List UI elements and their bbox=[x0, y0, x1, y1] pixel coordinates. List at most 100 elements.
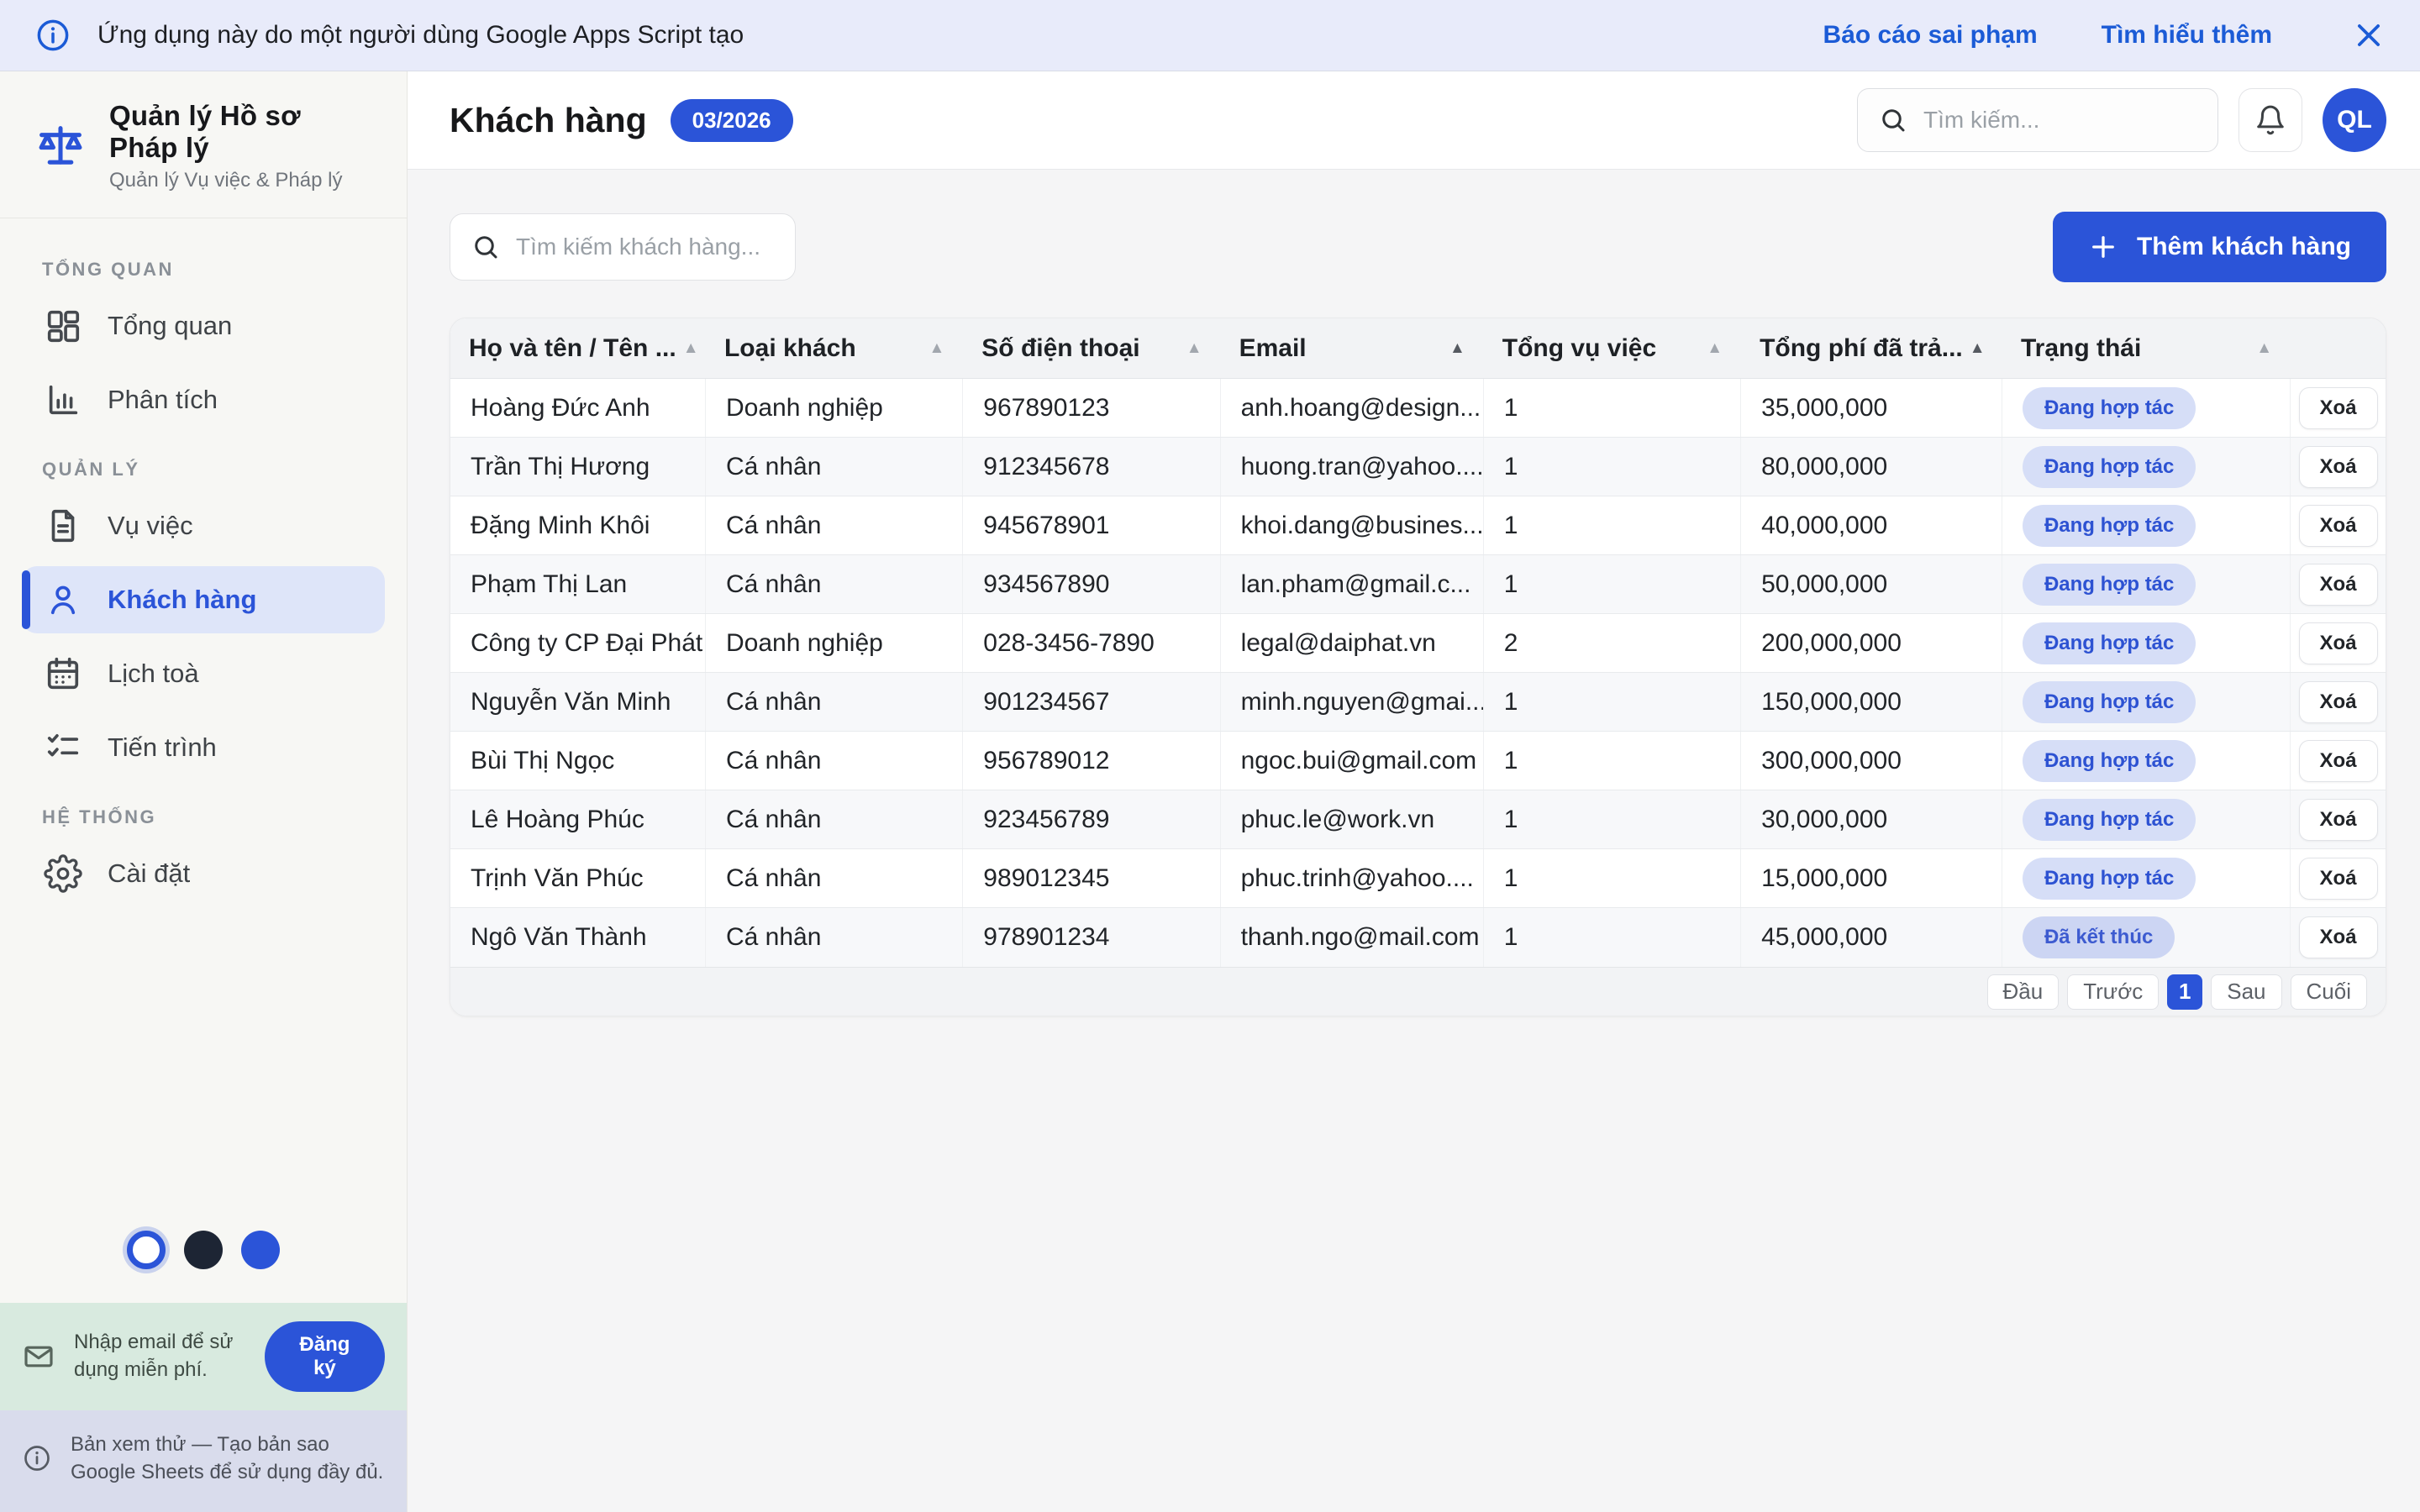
column-header[interactable]: Tổng vụ việc ▲ bbox=[1484, 318, 1741, 378]
cell-email: thanh.ngo@mail.com bbox=[1221, 908, 1484, 967]
cell-cases: 1 bbox=[1484, 849, 1741, 907]
gear-icon bbox=[44, 854, 82, 893]
cell-status: Đang hợp tác bbox=[2002, 379, 2291, 437]
pagination-current-page[interactable]: 1 bbox=[2167, 974, 2202, 1010]
column-label: Email bbox=[1239, 334, 1307, 363]
column-header[interactable]: Trạng thái ▲ bbox=[2002, 318, 2291, 378]
cell-name: Đặng Minh Khôi bbox=[450, 496, 706, 554]
preview-note-box: Bản xem thử — Tạo bản sao Google Sheets … bbox=[0, 1410, 407, 1512]
bar-chart-icon bbox=[44, 381, 82, 419]
cell-fees: 15,000,000 bbox=[1741, 849, 2002, 907]
pagination-next-button[interactable]: Sau bbox=[2211, 974, 2281, 1010]
pagination-first-button[interactable]: Đầu bbox=[1987, 974, 2060, 1010]
close-icon[interactable] bbox=[2353, 19, 2385, 51]
cell-email: huong.tran@yahoo.... bbox=[1221, 438, 1484, 496]
table-row: Nguyễn Văn Minh Cá nhân 901234567 minh.n… bbox=[450, 673, 2386, 732]
cell-email: khoi.dang@busines... bbox=[1221, 496, 1484, 554]
checklist-icon bbox=[44, 728, 82, 767]
cell-type: Cá nhân bbox=[706, 438, 963, 496]
column-label: Họ và tên / Tên ... bbox=[469, 334, 676, 363]
cell-phone: 967890123 bbox=[963, 379, 1220, 437]
cell-cases: 1 bbox=[1484, 555, 1741, 613]
cell-name: Trần Thị Hương bbox=[450, 438, 706, 496]
pagination-last-button[interactable]: Cuối bbox=[2291, 974, 2367, 1010]
pagination-prev-button[interactable]: Trước bbox=[2067, 974, 2159, 1010]
cell-cases: 1 bbox=[1484, 673, 1741, 731]
avatar-initials: QL bbox=[2337, 106, 2372, 134]
sort-arrow-icon: ▲ bbox=[1186, 339, 1202, 358]
theme-dot-white[interactable] bbox=[127, 1231, 166, 1269]
cell-type: Cá nhân bbox=[706, 849, 963, 907]
sort-arrow-icon: ▲ bbox=[1707, 339, 1723, 358]
column-header[interactable]: Email ▲ bbox=[1221, 318, 1484, 378]
report-abuse-link[interactable]: Báo cáo sai phạm bbox=[1823, 21, 2038, 50]
topbar: Khách hàng 03/2026 QL bbox=[408, 71, 2420, 170]
table-row: Trịnh Văn Phúc Cá nhân 989012345 phuc.tr… bbox=[450, 849, 2386, 908]
cell-fees: 300,000,000 bbox=[1741, 732, 2002, 790]
column-header[interactable]: Họ và tên / Tên ... ▲ bbox=[450, 318, 706, 378]
cell-name: Hoàng Đức Anh bbox=[450, 379, 706, 437]
delete-button[interactable]: Xoá bbox=[2299, 564, 2378, 606]
delete-button[interactable]: Xoá bbox=[2299, 446, 2378, 488]
sort-arrow-icon: ▲ bbox=[1449, 339, 1465, 358]
table-body: Hoàng Đức Anh Doanh nghiệp 967890123 anh… bbox=[450, 379, 2386, 967]
theme-dot-blue[interactable] bbox=[241, 1231, 280, 1269]
cell-fees: 80,000,000 bbox=[1741, 438, 2002, 496]
cell-type: Cá nhân bbox=[706, 790, 963, 848]
app-subtitle: Quản lý Vụ việc & Pháp lý bbox=[109, 169, 376, 192]
table-row: Phạm Thị Lan Cá nhân 934567890 lan.pham@… bbox=[450, 555, 2386, 614]
notifications-button[interactable] bbox=[2238, 88, 2302, 152]
cell-status: Đang hợp tác bbox=[2002, 673, 2291, 731]
sidebar-item-lich-toa[interactable]: Lịch toà bbox=[22, 640, 385, 707]
delete-button[interactable]: Xoá bbox=[2299, 505, 2378, 547]
cell-cases: 1 bbox=[1484, 438, 1741, 496]
sidebar-item-tien-trinh[interactable]: Tiến trình bbox=[22, 714, 385, 781]
cell-actions: Xoá bbox=[2291, 379, 2386, 437]
register-button[interactable]: Đăng ký bbox=[265, 1321, 385, 1392]
cell-fees: 200,000,000 bbox=[1741, 614, 2002, 672]
cell-actions: Xoá bbox=[2291, 908, 2386, 967]
cell-cases: 1 bbox=[1484, 732, 1741, 790]
column-header[interactable]: Số điện thoại ▲ bbox=[963, 318, 1220, 378]
learn-more-link[interactable]: Tìm hiểu thêm bbox=[2102, 21, 2272, 50]
cell-name: Lê Hoàng Phúc bbox=[450, 790, 706, 848]
content-area: Thêm khách hàng Họ và tên / Tên ... ▲ Lo… bbox=[408, 170, 2420, 1512]
calendar-icon bbox=[44, 654, 82, 693]
delete-button[interactable]: Xoá bbox=[2299, 681, 2378, 723]
global-search-input[interactable] bbox=[1923, 107, 2197, 134]
cell-email: phuc.trinh@yahoo.... bbox=[1221, 849, 1484, 907]
cell-type: Doanh nghiệp bbox=[706, 614, 963, 672]
plus-icon bbox=[2088, 232, 2118, 262]
delete-button[interactable]: Xoá bbox=[2299, 858, 2378, 900]
column-label: Tổng phí đã trả... bbox=[1760, 334, 1963, 363]
column-header[interactable]: Loại khách ▲ bbox=[706, 318, 963, 378]
delete-button[interactable]: Xoá bbox=[2299, 916, 2378, 958]
delete-button[interactable]: Xoá bbox=[2299, 799, 2378, 841]
theme-dot-dark[interactable] bbox=[184, 1231, 223, 1269]
status-badge: Đang hợp tác bbox=[2023, 799, 2196, 841]
cell-name: Nguyễn Văn Minh bbox=[450, 673, 706, 731]
delete-button[interactable]: Xoá bbox=[2299, 622, 2378, 664]
delete-button[interactable]: Xoá bbox=[2299, 387, 2378, 429]
column-header[interactable] bbox=[2291, 318, 2386, 378]
sidebar-item-vu-viec[interactable]: Vụ việc bbox=[22, 492, 385, 559]
column-header[interactable]: Tổng phí đã trả... ▲ bbox=[1741, 318, 2002, 378]
avatar[interactable]: QL bbox=[2323, 88, 2386, 152]
add-customer-button[interactable]: Thêm khách hàng bbox=[2053, 212, 2386, 282]
app-title: Quản lý Hồ sơ Pháp lý bbox=[109, 100, 376, 164]
nav-section-overview: TỔNG QUAN bbox=[42, 259, 385, 281]
sidebar-item-tong-quan[interactable]: Tổng quan bbox=[22, 292, 385, 360]
cell-phone: 989012345 bbox=[963, 849, 1220, 907]
sidebar-item-khach-hang[interactable]: Khách hàng bbox=[22, 566, 385, 633]
table-row: Hoàng Đức Anh Doanh nghiệp 967890123 anh… bbox=[450, 379, 2386, 438]
sidebar-item-cai-dat[interactable]: Cài đặt bbox=[22, 840, 385, 907]
search-icon bbox=[1878, 105, 1908, 135]
column-label: Trạng thái bbox=[2021, 334, 2141, 363]
cell-actions: Xoá bbox=[2291, 614, 2386, 672]
sidebar-item-phan-tich[interactable]: Phân tích bbox=[22, 366, 385, 433]
cell-actions: Xoá bbox=[2291, 849, 2386, 907]
customer-search-input[interactable] bbox=[516, 234, 775, 260]
table-row: Đặng Minh Khôi Cá nhân 945678901 khoi.da… bbox=[450, 496, 2386, 555]
cell-email: lan.pham@gmail.c... bbox=[1221, 555, 1484, 613]
delete-button[interactable]: Xoá bbox=[2299, 740, 2378, 782]
